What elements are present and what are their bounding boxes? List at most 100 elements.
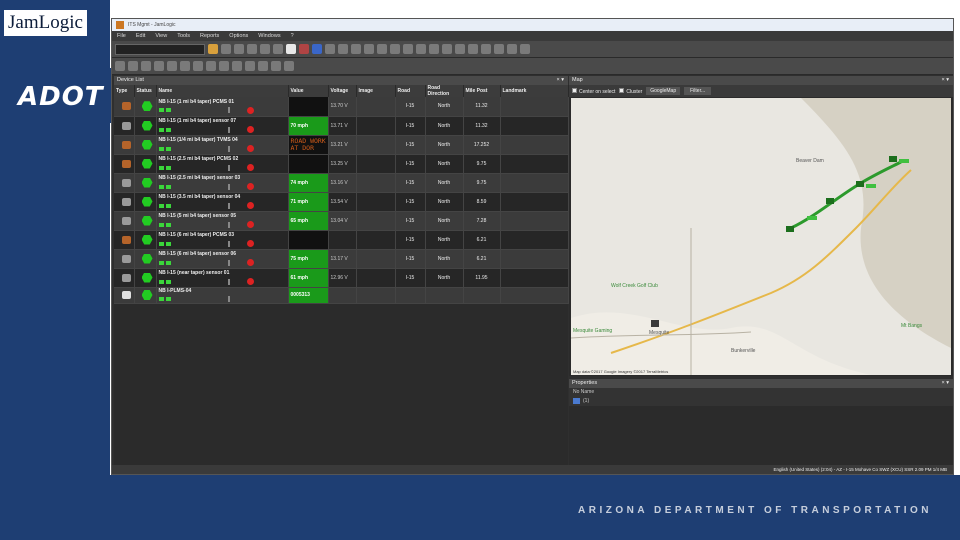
toolbar-icon[interactable] bbox=[377, 44, 387, 54]
toolbar-icon[interactable] bbox=[494, 44, 504, 54]
device-row[interactable]: NB I-15 (1 mi b4 taper) sensor 07 70 mph 1… bbox=[114, 116, 569, 136]
toolbar-icon[interactable] bbox=[390, 44, 400, 54]
toolbar-icon[interactable] bbox=[325, 44, 335, 54]
menu-tools[interactable]: Tools bbox=[172, 33, 195, 39]
col-voltage[interactable]: Voltage bbox=[328, 85, 357, 97]
device-row[interactable]: NB I-15 (2.5 mi b4 taper) PCMS 02 13.25 V… bbox=[114, 154, 569, 174]
sensor-marker[interactable] bbox=[899, 159, 909, 163]
footer-text: ARIZONA DEPARTMENT OF TRANSPORTATION bbox=[578, 505, 932, 516]
toolbar-icon[interactable] bbox=[520, 44, 530, 54]
toolbar-icon[interactable] bbox=[271, 61, 281, 71]
cluster-checkbox[interactable]: Cluster bbox=[619, 87, 642, 95]
toolbar-icon[interactable] bbox=[206, 61, 216, 71]
alarm-icon[interactable] bbox=[246, 278, 254, 285]
menu-options[interactable]: Options bbox=[224, 33, 253, 39]
device-row[interactable]: NB I-15 (1/4 mi b4 taper) TVMS 04 ROAD WO… bbox=[114, 135, 569, 155]
alarm-icon[interactable] bbox=[246, 202, 254, 209]
document-icon[interactable] bbox=[286, 44, 296, 54]
alarm-icon[interactable] bbox=[246, 106, 254, 114]
toolbar-search-input[interactable] bbox=[115, 43, 205, 55]
sensor-marker[interactable] bbox=[866, 184, 876, 188]
device-direction: North bbox=[425, 97, 464, 117]
mail-icon[interactable] bbox=[299, 44, 309, 54]
menu-reports[interactable]: Reports bbox=[195, 33, 224, 39]
menu-help[interactable]: ? bbox=[286, 33, 299, 39]
device-marker[interactable] bbox=[856, 181, 864, 187]
toolbar-icon[interactable] bbox=[247, 44, 257, 54]
toolbar-icon[interactable] bbox=[221, 44, 231, 54]
toolbar-icon[interactable] bbox=[468, 44, 478, 54]
panel-close-icon[interactable]: × ▾ bbox=[941, 379, 949, 388]
device-marker[interactable] bbox=[826, 198, 834, 204]
toolbar-icon[interactable] bbox=[351, 44, 361, 54]
col-value[interactable]: Value bbox=[288, 85, 329, 97]
toolbar-icon[interactable] bbox=[193, 61, 203, 71]
panel-close-icon[interactable]: × ▾ bbox=[941, 76, 949, 85]
toolbar-icon[interactable] bbox=[180, 61, 190, 71]
device-row[interactable]: NB I-15 (6 mi b4 taper) sensor 06 75 mph 1… bbox=[114, 249, 569, 269]
sensor-marker[interactable] bbox=[807, 216, 817, 220]
toolbar-icon[interactable] bbox=[455, 44, 465, 54]
device-row[interactable]: NB I-15 (2.5 mi b4 taper) sensor 03 74 mp… bbox=[114, 173, 569, 193]
toolbar-icon[interactable] bbox=[115, 61, 125, 71]
toolbar-icon[interactable] bbox=[234, 44, 244, 54]
device-marker[interactable] bbox=[786, 226, 794, 232]
alarm-icon[interactable] bbox=[246, 183, 254, 190]
toolbar-icon[interactable] bbox=[364, 44, 374, 54]
toolbar-icon[interactable] bbox=[429, 44, 439, 54]
toolbar-icon[interactable] bbox=[416, 44, 426, 54]
toolbar-icon[interactable] bbox=[167, 61, 177, 71]
toolbar-icon[interactable] bbox=[403, 44, 413, 54]
toolbar-icon[interactable] bbox=[260, 44, 270, 54]
menu-view[interactable]: View bbox=[150, 33, 172, 39]
map-type-select[interactable]: GoogleMap bbox=[646, 87, 681, 95]
toolbar-icon[interactable] bbox=[442, 44, 452, 54]
col-road[interactable]: Road bbox=[395, 85, 426, 97]
alarm-icon[interactable] bbox=[246, 164, 254, 171]
toolbar-icon[interactable] bbox=[284, 61, 294, 71]
alarm-icon[interactable] bbox=[246, 221, 254, 228]
alarm-icon[interactable] bbox=[246, 240, 254, 247]
alarm-icon[interactable] bbox=[246, 126, 254, 133]
toolbar-icon[interactable] bbox=[338, 44, 348, 54]
menu-edit[interactable]: Edit bbox=[131, 33, 150, 39]
toolbar-icon[interactable] bbox=[273, 44, 283, 54]
toolbar-icon[interactable] bbox=[141, 61, 151, 71]
col-mile-post[interactable]: Mile Post bbox=[463, 85, 501, 97]
alarm-icon[interactable] bbox=[246, 145, 254, 152]
toolbar-icon[interactable] bbox=[258, 61, 268, 71]
menu-file[interactable]: File bbox=[112, 33, 131, 39]
toolbar-icon[interactable] bbox=[245, 61, 255, 71]
device-row[interactable]: NB I-15 (1 mi b4 taper) PCMS 01 13.70 V I-… bbox=[114, 97, 569, 117]
window-titlebar[interactable]: ITS Mgmt - JamLogic bbox=[112, 19, 953, 31]
toolbar-icon[interactable] bbox=[154, 61, 164, 71]
device-marker[interactable] bbox=[651, 320, 659, 327]
globe-icon[interactable] bbox=[312, 44, 322, 54]
device-row[interactable]: NB I-15 (5 mi b4 taper) sensor 05 65 mph 1… bbox=[114, 211, 569, 231]
col-road-direction[interactable]: Road Direction bbox=[425, 85, 464, 97]
map-filter-button[interactable]: Filter... bbox=[684, 87, 712, 95]
refresh-icon[interactable] bbox=[208, 44, 218, 54]
toolbar-icon[interactable] bbox=[481, 44, 491, 54]
toolbar-icon[interactable] bbox=[232, 61, 242, 71]
device-row[interactable]: NB I-15 (3.5 mi b4 taper) sensor 04 71 mp… bbox=[114, 192, 569, 212]
map-canvas[interactable]: Beaver Dam Wolf Creek Golf Club Mesquite… bbox=[571, 98, 951, 375]
device-row[interactable]: NB I-15 (near taper) sensor 01 61 mph 12.9… bbox=[114, 268, 569, 288]
panel-close-icon[interactable]: × ▾ bbox=[556, 76, 564, 85]
menu-windows[interactable]: Windows bbox=[253, 33, 285, 39]
col-image[interactable]: Image bbox=[356, 85, 396, 97]
status-mini-icon bbox=[158, 146, 164, 151]
properties-value-row[interactable]: (1) bbox=[569, 397, 953, 406]
device-marker[interactable] bbox=[889, 156, 897, 162]
center-on-select-checkbox[interactable]: Center on select bbox=[572, 87, 615, 95]
device-row[interactable]: NB I-15 (6 mi b4 taper) PCMS 03 I-15 North… bbox=[114, 230, 569, 250]
device-row[interactable]: NB I-PLMS-04 0005313 bbox=[114, 287, 569, 304]
col-type[interactable]: Type bbox=[114, 85, 135, 97]
col-name[interactable]: Name bbox=[156, 85, 289, 97]
col-landmark[interactable]: Landmark bbox=[500, 85, 569, 97]
col-status[interactable]: Status bbox=[134, 85, 157, 97]
toolbar-icon[interactable] bbox=[219, 61, 229, 71]
toolbar-icon[interactable] bbox=[507, 44, 517, 54]
alarm-icon[interactable] bbox=[246, 259, 254, 266]
toolbar-icon[interactable] bbox=[128, 61, 138, 71]
